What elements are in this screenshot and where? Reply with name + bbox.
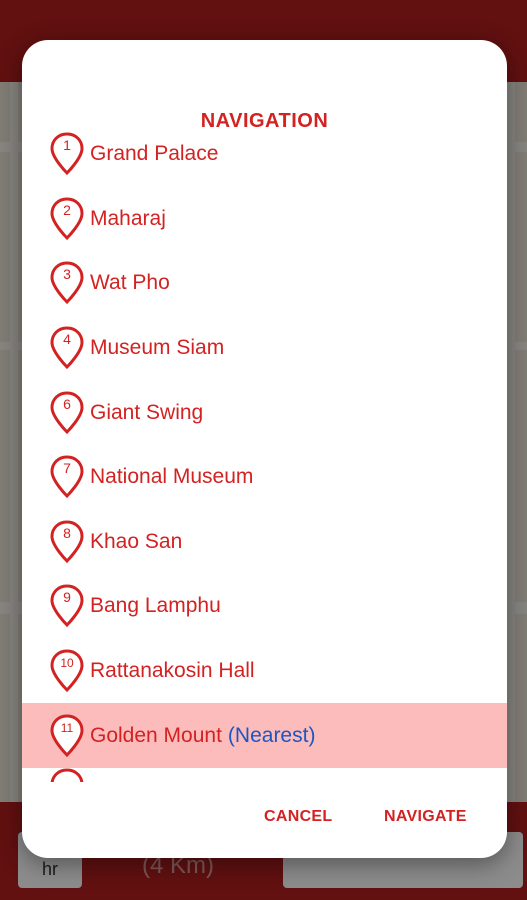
pin-number: 10 [60,656,74,671]
destination-list[interactable]: 1 Grand Palace 2 Maharaj 3 Wat Pho 4 Museum Sia… [22,122,507,777]
pin-number: 9 [63,589,71,606]
nearest-label: (Nearest) [227,723,316,747]
list-item[interactable]: 10 Rattanakosin Hall [22,639,507,704]
map-pin-icon: 9 [50,584,84,628]
pin-number: 6 [63,395,71,412]
pin-number: 7 [63,460,71,477]
item-label: Giant Swing [90,400,204,424]
map-pin-icon: 10 [50,649,84,693]
pin-number: 1 [63,137,71,154]
map-pin-icon: 8 [50,520,84,564]
map-pin-icon [50,768,84,782]
list-item[interactable]: 2 Maharaj [22,187,507,252]
pin-number: 3 [63,266,71,283]
list-item[interactable]: 9 Bang Lamphu [22,574,507,639]
map-pin-icon: 11 [50,714,84,758]
list-item[interactable]: 4 Museum Siam [22,316,507,381]
list-item[interactable]: 6 Giant Swing [22,380,507,445]
map-pin-icon: 4 [50,326,84,370]
item-label: Bang Lamphu [90,594,221,618]
item-label: Grand Palace [90,142,219,166]
cancel-button[interactable]: CANCEL [264,800,332,834]
item-label: Wat Pho [90,271,170,295]
item-label: Golden Mount [90,723,222,747]
item-label: Rattanakosin Hall [90,659,255,683]
list-item[interactable]: 11 Golden Mount (Nearest) [22,703,507,768]
navigate-button[interactable]: NAVIGATE [384,800,467,834]
map-pin-icon: 7 [50,455,84,499]
item-label: Museum Siam [90,336,225,360]
map-pin-icon: 3 [50,261,84,305]
map-pin-icon: 1 [50,132,84,176]
navigation-dialog: NAVIGATION 1 Grand Palace 2 Maharaj 3 Wat Pho… [22,40,507,858]
map-pin-icon: 2 [50,197,84,241]
dialog-actions: CANCEL NAVIGATE [22,800,507,840]
list-item[interactable]: 7 National Museum [22,445,507,510]
pin-number: 4 [63,331,71,348]
pin-number: 11 [60,720,74,735]
item-label: Khao San [90,529,183,553]
pin-number: 2 [63,201,71,218]
list-item[interactable]: 1 Grand Palace [22,122,507,187]
list-item[interactable]: 8 Khao San [22,510,507,575]
list-item[interactable]: 3 Wat Pho [22,251,507,316]
map-pin-icon: 6 [50,391,84,435]
pin-number: 8 [63,524,71,541]
item-label: National Museum [90,465,254,489]
item-label: Maharaj [90,206,166,230]
